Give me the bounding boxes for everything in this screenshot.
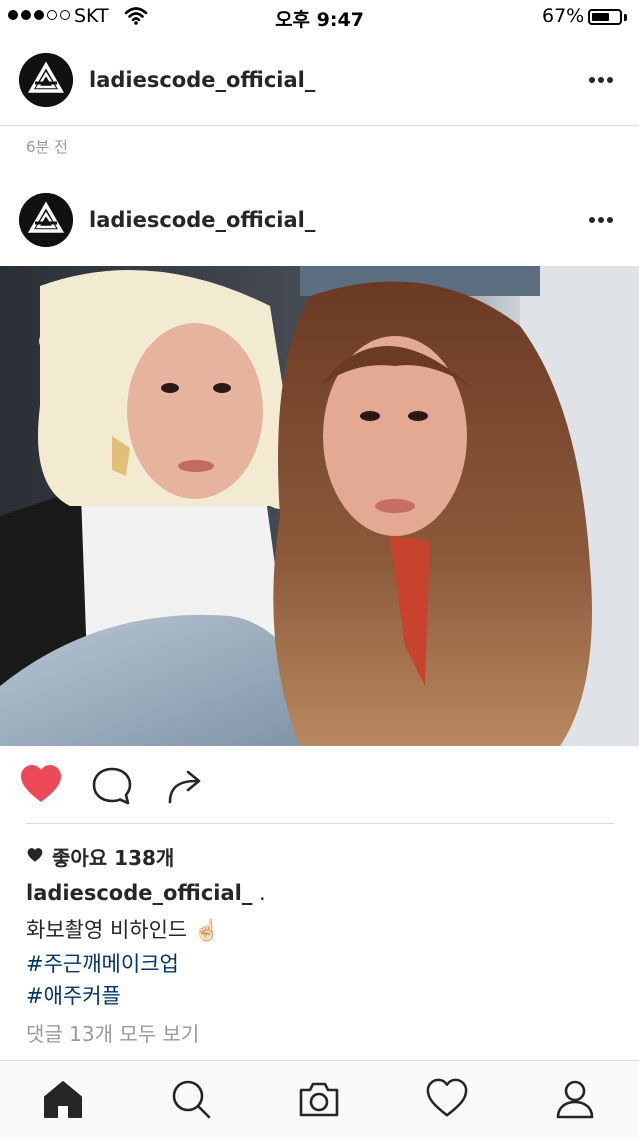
heart-icon[interactable] bbox=[425, 1077, 469, 1121]
divider bbox=[26, 823, 614, 824]
more-options-icon[interactable] bbox=[589, 216, 615, 224]
like-heart-icon[interactable] bbox=[18, 762, 64, 808]
share-icon[interactable] bbox=[162, 764, 208, 810]
caption-text: 화보촬영 비하인드 ☝🏻 bbox=[26, 918, 221, 942]
post-photo[interactable] bbox=[0, 266, 639, 746]
avatar[interactable] bbox=[19, 53, 73, 107]
ladies-code-logo-icon bbox=[19, 193, 73, 247]
ladies-code-logo-icon bbox=[19, 53, 73, 107]
battery-cap bbox=[624, 14, 627, 21]
hashtag-link[interactable]: #주근깨메이크업 bbox=[26, 948, 179, 978]
small-heart-icon bbox=[26, 845, 44, 869]
divider bbox=[0, 125, 639, 126]
avatar[interactable] bbox=[19, 193, 73, 247]
caption-line: ladiescode_official_ . bbox=[26, 881, 266, 905]
comment-icon[interactable] bbox=[89, 764, 135, 810]
status-bar: SKT 오후 9:47 67% bbox=[0, 0, 639, 36]
caption-after-username: . bbox=[252, 881, 266, 905]
camera-icon[interactable] bbox=[297, 1077, 341, 1121]
tab-bar bbox=[0, 1060, 639, 1139]
username-link[interactable]: ladiescode_official_ bbox=[89, 68, 315, 92]
battery-percent: 67% bbox=[542, 5, 585, 27]
home-icon[interactable] bbox=[41, 1077, 85, 1121]
more-options-icon[interactable] bbox=[589, 76, 615, 84]
username-link[interactable]: ladiescode_official_ bbox=[89, 208, 315, 232]
likes-count[interactable]: 좋아요 138개 bbox=[26, 842, 174, 871]
search-icon[interactable] bbox=[169, 1077, 213, 1121]
likes-text: 좋아요 138개 bbox=[52, 846, 175, 870]
hashtag-link[interactable]: #애주커플 bbox=[26, 980, 121, 1010]
profile-icon[interactable] bbox=[553, 1077, 597, 1121]
battery-icon bbox=[588, 9, 622, 25]
caption-username[interactable]: ladiescode_official_ bbox=[26, 881, 252, 905]
view-all-comments-link[interactable]: 댓글 13개 모두 보기 bbox=[26, 1018, 199, 1047]
post-timestamp: 6분 전 bbox=[26, 138, 68, 156]
